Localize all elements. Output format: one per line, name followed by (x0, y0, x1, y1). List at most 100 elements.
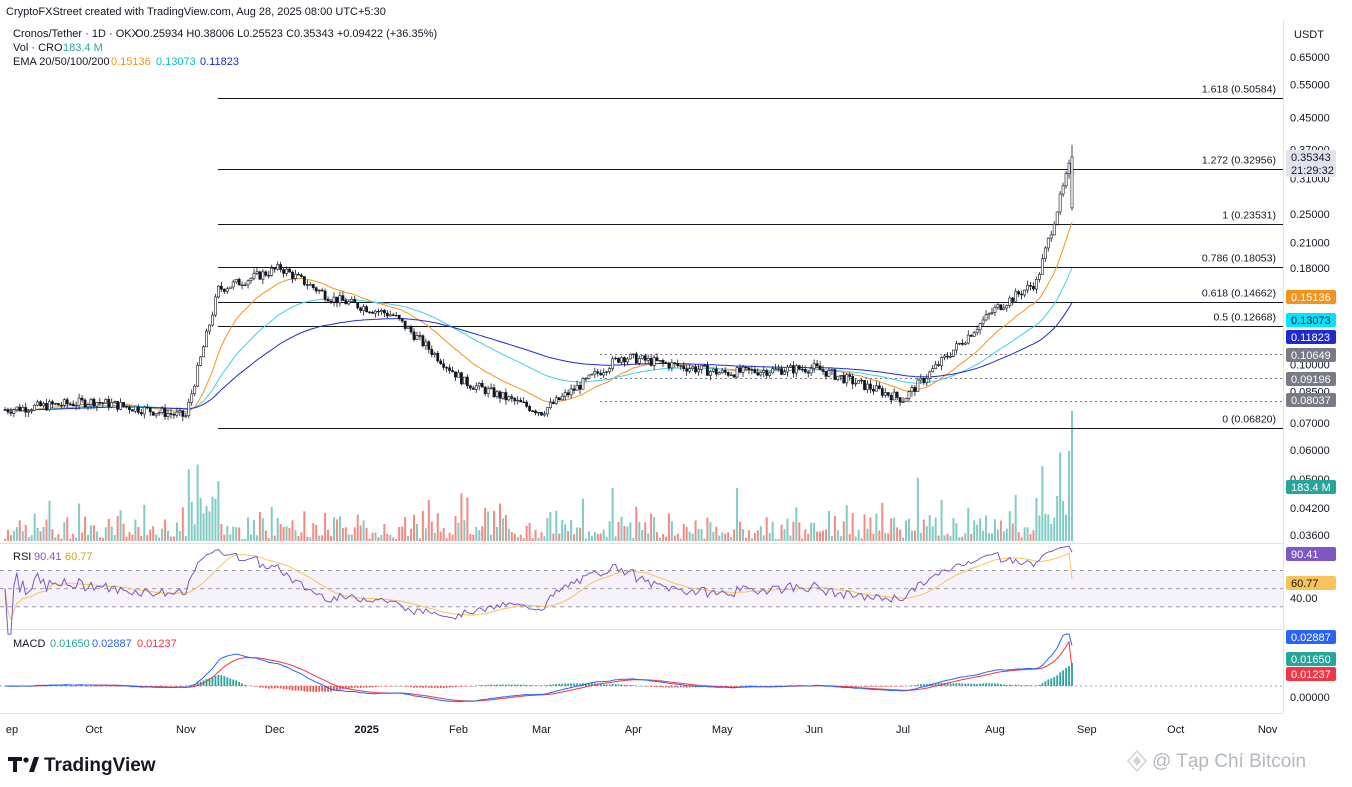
volume-bar (478, 530, 481, 541)
volume-bar (143, 504, 146, 541)
candle-body (104, 399, 108, 404)
macd-histogram-bar (970, 683, 973, 686)
candle-body (934, 364, 938, 369)
candle-body (643, 355, 647, 361)
candle-body (326, 299, 330, 302)
candle-body (415, 335, 419, 340)
tradingview-brand[interactable]: TradingView (44, 755, 156, 776)
macd-histogram-bar (244, 684, 246, 686)
candle-body (98, 402, 102, 404)
volume-bar (1017, 532, 1020, 541)
candle-body (999, 304, 1003, 310)
candle-body (969, 334, 973, 337)
candle (314, 286, 318, 294)
candle-body (451, 370, 454, 373)
volume-bar (958, 537, 961, 541)
macd-histogram-bar (303, 686, 306, 692)
macd-histogram-bar (75, 686, 78, 687)
candle-body (463, 376, 466, 385)
volume-bar (993, 519, 996, 541)
candle (344, 297, 348, 305)
macd-histogram-bar (107, 686, 110, 687)
candle-body (913, 387, 917, 392)
volume-bar (810, 522, 813, 541)
macd-histogram-bar (81, 685, 83, 687)
candle-body (854, 382, 858, 385)
macd-histogram-bar (253, 686, 255, 687)
volume-bar (691, 533, 694, 541)
candle (33, 403, 37, 412)
candle-body (789, 365, 792, 368)
candle-body (39, 401, 42, 407)
volume-bar (1062, 501, 1065, 541)
candle (845, 372, 849, 387)
candle (276, 261, 280, 271)
macd-histogram-bar (922, 684, 925, 686)
candle (836, 375, 840, 382)
volume-bar (1041, 466, 1044, 541)
macd-histogram-bar (294, 686, 297, 691)
candle (412, 328, 416, 342)
volume-bar (623, 525, 626, 541)
volume-bar (792, 521, 795, 541)
volume-bar (45, 519, 48, 541)
volume-bar (498, 503, 501, 541)
candle-body (703, 365, 706, 367)
candle-body (439, 360, 443, 365)
macd-histogram-bar (481, 685, 484, 686)
candle-body (83, 399, 87, 408)
candle (620, 356, 623, 366)
candle-body (981, 319, 985, 324)
volume-bar (353, 527, 356, 541)
macd-histogram-bar (318, 686, 321, 692)
candle-body (557, 397, 561, 401)
macd-histogram-bar (884, 686, 887, 687)
macd-histogram-bar (279, 686, 282, 689)
volume-bar (330, 536, 333, 541)
candle (860, 378, 863, 385)
volume-bar (312, 523, 315, 541)
candle (42, 401, 45, 408)
volume-bar (267, 538, 270, 541)
macd-histogram-bar (999, 684, 1002, 686)
volume-bar (48, 500, 51, 541)
volume-bar (985, 515, 988, 541)
candle-body (240, 284, 244, 287)
volume-bar (460, 493, 463, 541)
volume-bar (937, 535, 940, 541)
candle-body (907, 391, 911, 399)
time-tick-label: Aug (985, 724, 1005, 736)
macd-histogram-bar (653, 686, 655, 687)
candle-body (640, 355, 644, 359)
candle-body (282, 269, 286, 274)
price-tag-text: 0.35343 (1291, 152, 1331, 164)
volume-bar (1068, 451, 1071, 541)
candle (634, 351, 638, 364)
candle (208, 324, 211, 335)
volume-bar (581, 498, 584, 541)
candle (385, 310, 389, 319)
candle (658, 360, 662, 363)
volume-bar (546, 518, 549, 541)
price-tick-label: 0.06000 (1290, 445, 1330, 457)
volume-bar (1020, 537, 1023, 541)
macd-histogram-bar (413, 686, 415, 688)
volume-bar (273, 535, 276, 541)
candle (282, 267, 286, 278)
volume-bar (626, 526, 629, 541)
volume-bar (54, 537, 57, 541)
rsi-ma-value: 60.77 (65, 551, 93, 563)
candle (931, 365, 935, 373)
macd-histogram-bar (359, 686, 362, 688)
chart-canvas[interactable]: 1.618 (0.50584) 1.272 (0.32956) 1 (0.23531… (0, 0, 1352, 787)
time-tick-label: Nov (176, 724, 196, 736)
candle-body (545, 407, 549, 415)
candle-body (317, 289, 321, 292)
macd-histogram-bar (276, 686, 279, 689)
candle (984, 310, 988, 322)
volume-bar (235, 527, 238, 541)
candle-body (483, 386, 487, 394)
rsi-ma-tag-text: 60.77 (1291, 578, 1319, 590)
legend-ema-label: EMA 20/50/100/200 (13, 56, 110, 68)
tradingview-logo-icon[interactable] (8, 757, 39, 772)
